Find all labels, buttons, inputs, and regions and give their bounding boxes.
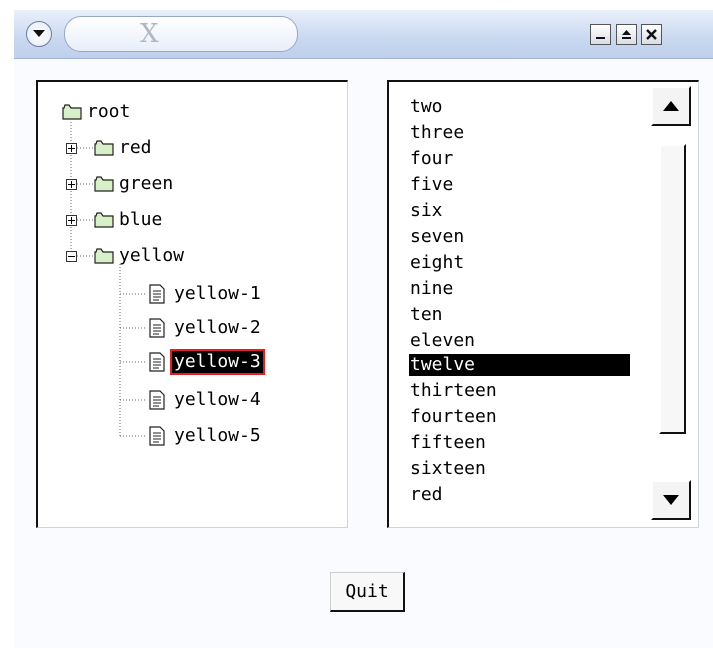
expand-icon[interactable] xyxy=(66,215,77,226)
document-icon xyxy=(149,318,165,338)
tree-node-label: green xyxy=(119,173,174,194)
chevron-down-icon xyxy=(33,30,45,37)
quit-button[interactable]: Quit xyxy=(330,572,405,612)
list-item[interactable]: eleven xyxy=(409,328,630,354)
list-item[interactable]: fifteen xyxy=(409,430,630,456)
list-item[interactable]: four xyxy=(409,146,630,172)
tree-leaf-yellow-1[interactable]: yellow-1 xyxy=(148,282,263,306)
list-item[interactable]: nine xyxy=(409,276,630,302)
tree-leaf-yellow-5[interactable]: yellow-5 xyxy=(148,424,263,448)
tree-leaf-label: yellow-2 xyxy=(174,317,261,338)
close-icon xyxy=(646,29,657,40)
document-icon xyxy=(149,352,165,372)
scroll-down-button[interactable] xyxy=(651,480,691,520)
folder-icon xyxy=(94,140,114,156)
title-bar[interactable]: X xyxy=(14,10,713,59)
list-item[interactable]: six xyxy=(409,198,630,224)
tree-node-red[interactable]: red xyxy=(94,136,154,160)
folder-icon xyxy=(94,248,114,264)
window-menu-button[interactable] xyxy=(26,21,52,47)
tree-node-root[interactable]: root xyxy=(62,100,132,124)
tree-leaf-label: yellow-4 xyxy=(174,389,261,410)
title-pill: X xyxy=(64,16,298,52)
list-item[interactable]: two xyxy=(409,94,630,120)
tree-node-blue[interactable]: blue xyxy=(94,208,164,232)
app-window: X root red green blue yellow yellow-1 ye… xyxy=(14,10,713,648)
maximize-button[interactable] xyxy=(616,24,637,45)
tree-leaf-yellow-2[interactable]: yellow-2 xyxy=(148,316,263,340)
document-icon xyxy=(149,284,165,304)
tree-node-label: yellow xyxy=(119,245,185,266)
expand-icon[interactable] xyxy=(66,143,77,154)
collapse-icon[interactable] xyxy=(66,251,77,262)
tree-leaf-yellow-3[interactable]: yellow-3 xyxy=(148,349,265,375)
minimize-button[interactable] xyxy=(590,24,611,45)
list-item-selected[interactable]: twelve xyxy=(409,354,630,376)
tree-leaf-yellow-4[interactable]: yellow-4 xyxy=(148,388,263,412)
scroll-up-button[interactable] xyxy=(651,86,691,126)
minimize-icon xyxy=(596,37,605,39)
list-item[interactable]: seven xyxy=(409,224,630,250)
tree-node-green[interactable]: green xyxy=(94,172,175,196)
tree-leaf-label: yellow-5 xyxy=(174,425,261,446)
list-item[interactable]: sixteen xyxy=(409,456,630,482)
list-item[interactable]: thirteen xyxy=(409,378,630,404)
tree-node-label: blue xyxy=(119,209,163,230)
folder-icon xyxy=(62,104,82,120)
close-button[interactable] xyxy=(641,24,662,45)
tree-node-yellow[interactable]: yellow xyxy=(94,244,186,268)
list-item[interactable]: three xyxy=(409,120,630,146)
list-item[interactable]: red xyxy=(409,482,630,508)
tree-leaf-label-selected: yellow-3 xyxy=(170,349,265,375)
list-item[interactable]: fourteen xyxy=(409,404,630,430)
arrow-down-icon xyxy=(663,495,679,505)
tree-leaf-label: yellow-1 xyxy=(174,283,261,304)
tree-node-label: red xyxy=(119,137,152,158)
list-item[interactable]: five xyxy=(409,172,630,198)
folder-icon xyxy=(94,176,114,192)
document-icon xyxy=(149,390,165,410)
window-title: X xyxy=(140,19,159,49)
folder-icon xyxy=(94,212,114,228)
tree-view[interactable]: root red green blue yellow yellow-1 yell… xyxy=(36,80,348,528)
maximize-icon xyxy=(622,30,631,39)
arrow-up-icon xyxy=(663,101,679,111)
document-icon xyxy=(149,426,165,446)
tree-node-label: root xyxy=(87,101,131,122)
expand-icon[interactable] xyxy=(66,179,77,190)
list-box[interactable]: two three four five six seven eight nine… xyxy=(387,80,699,528)
list-item[interactable]: ten xyxy=(409,302,630,328)
list-item[interactable]: eight xyxy=(409,250,630,276)
scrollbar-thumb[interactable] xyxy=(659,144,686,434)
